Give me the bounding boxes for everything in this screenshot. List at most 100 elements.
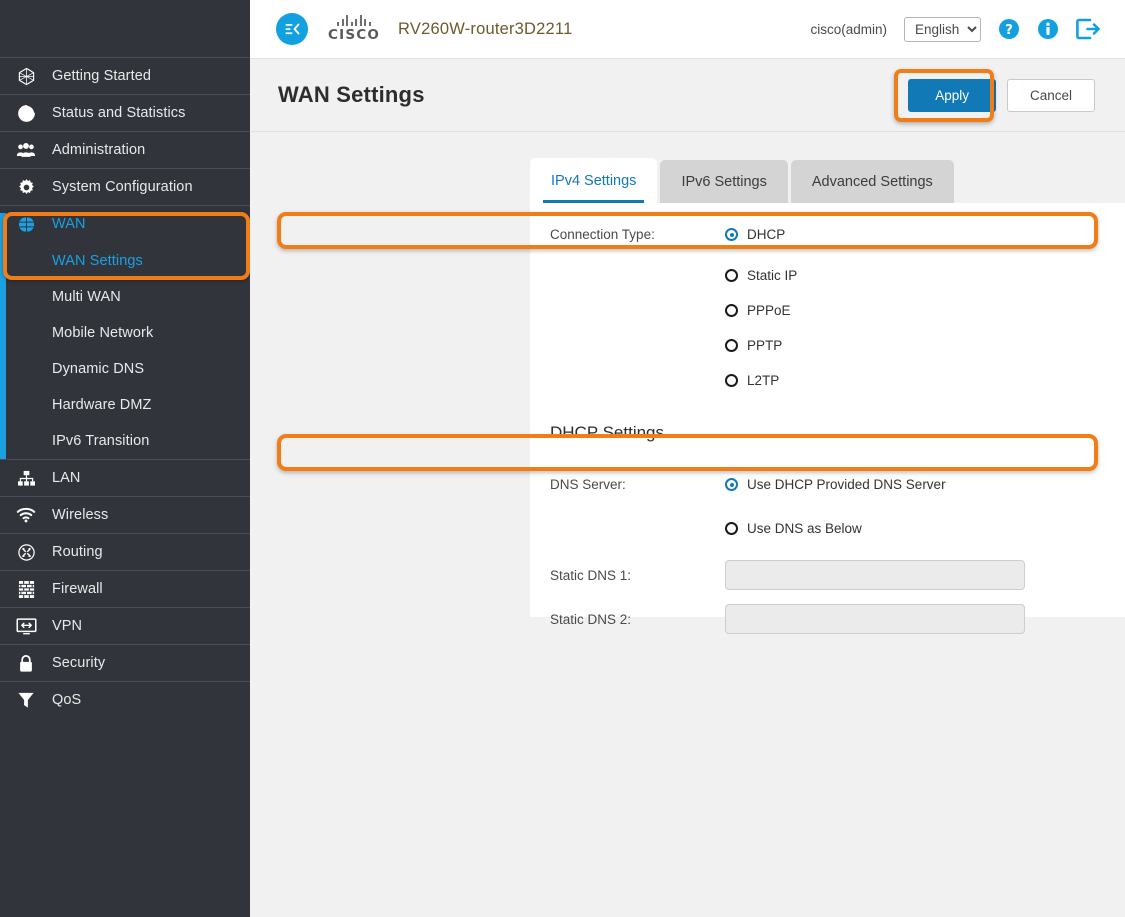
vpn-icon	[0, 617, 52, 635]
sidebar-item-label: System Configuration	[52, 179, 193, 195]
sidebar-item-wan[interactable]: WAN	[0, 205, 250, 242]
firewall-icon	[0, 580, 52, 599]
radio-indicator	[725, 269, 738, 282]
connection-type-row-pppoe: PPPoE	[530, 296, 1125, 325]
sidebar-item-label: WAN	[52, 216, 86, 232]
cisco-wordmark: CISCO	[328, 27, 381, 43]
connection-type-options: DHCP	[725, 227, 785, 242]
apply-button[interactable]: Apply	[908, 78, 996, 112]
tab-ipv6-settings[interactable]: IPv6 Settings	[660, 160, 788, 203]
radio-connection-type-static-ip[interactable]: Static IP	[725, 268, 797, 283]
tab-advanced-settings[interactable]: Advanced Settings	[790, 160, 954, 203]
radio-connection-type-pptp[interactable]: PPTP	[725, 338, 782, 353]
sidebar-item-wan-settings[interactable]: WAN Settings	[0, 242, 250, 279]
radio-label: Use DHCP Provided DNS Server	[747, 477, 946, 492]
sidebar-item-label: Routing	[52, 544, 103, 560]
svg-text:?: ?	[1005, 22, 1013, 38]
radio-label: PPTP	[747, 338, 783, 353]
sidebar-item-label: QoS	[52, 692, 82, 708]
sidebar-item-wireless[interactable]: Wireless	[0, 496, 250, 533]
main-content-area: CISCO RV260W-router3D2211 cisco(admin) E…	[250, 0, 1125, 917]
cisco-logo-bars	[337, 15, 371, 26]
sidebar-item-status-and-statistics[interactable]: Status and Statistics	[0, 94, 250, 131]
radio-connection-type-pppoe[interactable]: PPPoE	[725, 303, 791, 318]
sidebar-item-administration[interactable]: Administration	[0, 131, 250, 168]
dns-server-row-use-dns-below: Use DNS as Below	[530, 514, 1125, 543]
sidebar-item-system-configuration[interactable]: System Configuration	[0, 168, 250, 205]
page-action-buttons: Apply Cancel	[908, 78, 1095, 112]
radio-label: PPPoE	[747, 303, 791, 318]
sidebar-navigation: Getting Started Status and Statistics Ad…	[0, 0, 250, 917]
sidebar-item-routing[interactable]: Routing	[0, 533, 250, 570]
sidebar-item-hardware-dmz[interactable]: Hardware DMZ	[0, 387, 250, 423]
sidebar-item-mobile-network[interactable]: Mobile Network	[0, 315, 250, 351]
radio-indicator	[725, 522, 738, 535]
app-header: CISCO RV260W-router3D2211 cisco(admin) E…	[250, 0, 1125, 59]
cancel-button[interactable]: Cancel	[1006, 78, 1095, 112]
sidebar-item-label: Wireless	[52, 507, 109, 523]
radio-label: Use DNS as Below	[747, 521, 862, 536]
language-select[interactable]: English	[904, 16, 981, 42]
sidebar-item-label: Status and Statistics	[52, 105, 186, 121]
connection-type-row-l2tp: L2TP	[530, 366, 1125, 395]
ipv4-settings-panel: Connection Type: DHCP Static IP PPPoE PP…	[530, 203, 1125, 634]
radio-indicator	[725, 228, 738, 241]
sidebar-item-getting-started[interactable]: Getting Started	[0, 57, 250, 94]
radio-dns-use-dns-as-below[interactable]: Use DNS as Below	[725, 521, 862, 536]
sidebar-item-lan[interactable]: LAN	[0, 459, 250, 496]
sidebar-item-label: Getting Started	[52, 68, 152, 84]
sidebar-item-firewall[interactable]: Firewall	[0, 570, 250, 607]
sidebar-top-spacer	[0, 0, 250, 57]
help-icon[interactable]: ?	[998, 18, 1020, 40]
radio-dns-use-dhcp-provided[interactable]: Use DHCP Provided DNS Server	[725, 477, 946, 492]
wireless-icon	[0, 507, 52, 523]
sidebar-item-label: LAN	[52, 470, 81, 486]
radio-label: L2TP	[747, 373, 780, 388]
sidebar-item-security[interactable]: Security	[0, 644, 250, 681]
status-statistics-icon	[0, 104, 52, 123]
qos-funnel-icon	[0, 691, 52, 710]
sidebar-item-label: IPv6 Transition	[52, 433, 150, 449]
info-icon[interactable]	[1037, 18, 1059, 40]
radio-indicator	[725, 304, 738, 317]
radio-connection-type-l2tp[interactable]: L2TP	[725, 373, 779, 388]
security-lock-icon	[0, 654, 52, 673]
sidebar-item-label: Administration	[52, 142, 146, 158]
sidebar-item-label: Security	[52, 655, 106, 671]
connection-type-row-pptp: PPTP	[530, 331, 1125, 360]
collapse-menu-icon[interactable]	[276, 13, 308, 45]
administration-icon	[0, 142, 52, 159]
sidebar-item-vpn[interactable]: VPN	[0, 607, 250, 644]
cisco-logo: CISCO	[328, 15, 380, 43]
static-dns-2-row: Static DNS 2:	[530, 604, 1125, 634]
tab-ipv4-settings[interactable]: IPv4 Settings	[530, 158, 658, 203]
router-admin-page: Getting Started Status and Statistics Ad…	[0, 0, 1125, 917]
sidebar-item-ipv6-transition[interactable]: IPv6 Transition	[0, 423, 250, 459]
page-header: WAN Settings Apply Cancel	[250, 59, 1125, 132]
sidebar-item-qos[interactable]: QoS	[0, 681, 250, 718]
radio-connection-type-dhcp[interactable]: DHCP	[725, 227, 785, 242]
connection-type-row: Connection Type: DHCP	[530, 220, 1125, 249]
header-controls: cisco(admin) English ?	[810, 16, 1101, 42]
routing-icon	[0, 543, 52, 562]
static-dns-1-label: Static DNS 1:	[550, 567, 632, 583]
sidebar-item-dynamic-dns[interactable]: Dynamic DNS	[0, 351, 250, 387]
sidebar-item-label: Mobile Network	[52, 325, 154, 341]
settings-tabs: IPv4 Settings IPv6 Settings Advanced Set…	[530, 158, 954, 203]
static-dns-1-row: Static DNS 1:	[530, 560, 1125, 590]
sidebar-item-label: VPN	[52, 618, 83, 634]
dhcp-settings-heading: DHCP Settings	[550, 423, 665, 442]
static-dns-1-input[interactable]	[725, 560, 1025, 590]
sidebar-item-multi-wan[interactable]: Multi WAN	[0, 279, 250, 315]
sidebar-item-label: WAN Settings	[52, 252, 143, 269]
radio-label: DHCP	[747, 227, 786, 242]
current-user-label: cisco(admin)	[810, 21, 887, 37]
device-name-label: RV260W-router3D2211	[398, 19, 573, 38]
sidebar-item-label: Firewall	[52, 581, 103, 597]
connection-type-label: Connection Type:	[550, 227, 655, 242]
lan-icon	[0, 470, 52, 487]
logout-icon[interactable]	[1076, 18, 1101, 40]
sidebar-item-label: Hardware DMZ	[52, 397, 152, 413]
static-dns-2-input[interactable]	[725, 604, 1025, 634]
radio-indicator	[725, 339, 738, 352]
